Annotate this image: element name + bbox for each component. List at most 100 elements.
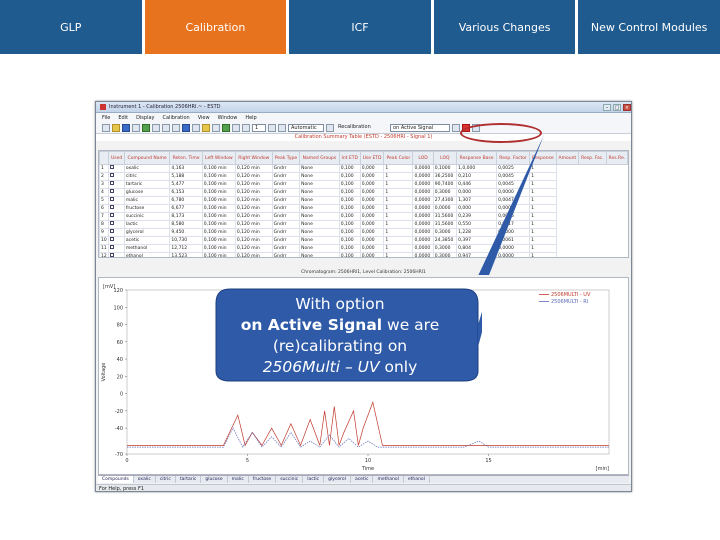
column-header[interactable]: Left Window	[201, 151, 236, 165]
mode-select[interactable]: Automatic	[288, 123, 324, 132]
arrow-icon[interactable]	[278, 123, 286, 132]
used-checkbox[interactable]	[110, 245, 115, 249]
column-header[interactable]: Amount	[555, 151, 580, 165]
column-header[interactable]: Peak Color	[383, 151, 414, 165]
used-checkbox-cell[interactable]	[108, 212, 125, 221]
compound-tab[interactable]: acetic	[351, 476, 374, 483]
used-checkbox-cell[interactable]	[108, 228, 125, 237]
table-cell: succinic	[123, 212, 171, 221]
compound-tab[interactable]: oxalic	[134, 476, 156, 483]
used-checkbox-cell[interactable]	[108, 220, 125, 229]
column-header[interactable]: Compound Name	[123, 151, 171, 165]
settings-icon[interactable]	[212, 123, 220, 132]
grid-icon[interactable]	[326, 123, 334, 132]
open-icon[interactable]	[112, 123, 120, 132]
chart-icon[interactable]	[142, 123, 150, 132]
compound-tab[interactable]: glucose	[201, 476, 228, 483]
x-tick-label: 0	[125, 458, 128, 464]
used-checkbox[interactable]	[110, 213, 115, 217]
calibrate-icon[interactable]	[182, 123, 190, 132]
column-header[interactable]: Resp. Fac.	[578, 151, 607, 165]
table-cell: 0,100 min	[201, 212, 236, 221]
compound-tab[interactable]: ethanol	[404, 476, 430, 483]
report-icon[interactable]	[222, 123, 230, 132]
signal-select[interactable]: on Active Signal	[390, 123, 450, 132]
used-checkbox-cell[interactable]	[108, 196, 125, 205]
peak-icon[interactable]	[202, 123, 210, 132]
arrow-icon[interactable]	[268, 123, 276, 132]
compound-tab[interactable]: tartaric	[176, 476, 202, 483]
menu-item-help[interactable]: Help	[245, 115, 256, 121]
menu-item-calibration[interactable]: Calibration	[163, 115, 190, 121]
used-checkbox[interactable]	[110, 173, 115, 177]
compound-tab[interactable]: methanol	[373, 476, 404, 483]
table-cell: 0,120 min	[234, 172, 273, 181]
compound-tab[interactable]: Compounds	[98, 476, 134, 483]
close-icon[interactable]: ×	[623, 103, 631, 111]
level-field[interactable]: 1	[252, 123, 266, 132]
used-checkbox-cell[interactable]	[108, 188, 125, 197]
print-icon[interactable]	[132, 123, 140, 132]
nav-tab-calibration[interactable]: Calibration	[144, 0, 287, 54]
used-checkbox[interactable]	[110, 189, 115, 193]
undo-icon[interactable]	[162, 123, 170, 132]
used-checkbox[interactable]	[110, 205, 115, 209]
compound-tab[interactable]: malic	[228, 476, 249, 483]
used-checkbox-cell[interactable]	[108, 236, 125, 245]
table-icon[interactable]	[192, 123, 200, 132]
column-header[interactable]: Named Groups	[299, 151, 340, 165]
compound-tab[interactable]: fructose	[249, 476, 277, 483]
x-axis-label: Time	[361, 466, 374, 472]
column-header[interactable]: Reten. Time	[169, 151, 203, 165]
used-checkbox[interactable]	[110, 237, 115, 241]
save-icon[interactable]	[122, 123, 130, 132]
column-header[interactable]: Peak Type	[271, 151, 301, 165]
minimize-icon[interactable]: –	[603, 103, 611, 111]
used-checkbox-cell[interactable]	[108, 204, 125, 213]
menu-item-file[interactable]: File	[102, 115, 110, 121]
table-cell: Gndrr	[271, 196, 301, 205]
level-icon[interactable]	[242, 123, 250, 132]
column-header[interactable]	[99, 151, 110, 165]
compound-tab[interactable]: succinic	[276, 476, 304, 483]
nav-tab-icf[interactable]: ICF	[289, 0, 431, 54]
used-checkbox[interactable]	[110, 253, 115, 257]
dropdown-icon[interactable]	[452, 123, 460, 132]
nav-tab-various-changes[interactable]: Various Changes	[433, 0, 576, 54]
compound-tab[interactable]: lactic	[303, 476, 325, 483]
used-checkbox[interactable]	[110, 229, 115, 233]
used-checkbox[interactable]	[110, 181, 115, 185]
column-header[interactable]: LOD	[412, 151, 434, 165]
used-checkbox-cell[interactable]	[108, 172, 125, 181]
column-header[interactable]: LOQ	[432, 151, 458, 165]
maximize-icon[interactable]: □	[613, 103, 621, 111]
menu-item-window[interactable]: Window	[218, 115, 238, 121]
table-cell: 8,580	[169, 220, 203, 229]
toolbar: 1 Automatic Recalibration on Active Sign…	[96, 122, 631, 134]
column-header[interactable]: Used	[108, 151, 125, 165]
used-checkbox[interactable]	[110, 165, 115, 169]
column-header[interactable]: Use ETD	[359, 151, 385, 165]
compound-tab[interactable]: glycerol	[324, 476, 351, 483]
menu-item-view[interactable]: View	[198, 115, 210, 121]
menu-item-edit[interactable]: Edit	[118, 115, 128, 121]
nav-tab-glp[interactable]: GLP	[0, 0, 142, 54]
table-cell: 0,100	[338, 204, 361, 213]
column-header[interactable]: Int ETD	[338, 151, 361, 165]
compound-icon[interactable]	[232, 123, 240, 132]
used-checkbox[interactable]	[110, 221, 115, 225]
column-header[interactable]: Right Window	[234, 151, 273, 165]
used-checkbox-cell[interactable]	[108, 252, 125, 257]
column-header[interactable]: Res.Re.	[605, 151, 628, 165]
table-cell: 0,100	[338, 220, 361, 229]
used-checkbox-cell[interactable]	[108, 164, 125, 173]
used-checkbox-cell[interactable]	[108, 244, 125, 253]
menu-item-display[interactable]: Display	[136, 115, 154, 121]
redo-icon[interactable]	[172, 123, 180, 132]
used-checkbox[interactable]	[110, 197, 115, 201]
new-icon[interactable]	[102, 123, 110, 132]
nav-tab-new-control-modules[interactable]: New Control Modules	[578, 0, 720, 54]
compound-tab[interactable]: citric	[156, 476, 176, 483]
zoom-icon[interactable]	[152, 123, 160, 132]
used-checkbox-cell[interactable]	[108, 180, 125, 189]
